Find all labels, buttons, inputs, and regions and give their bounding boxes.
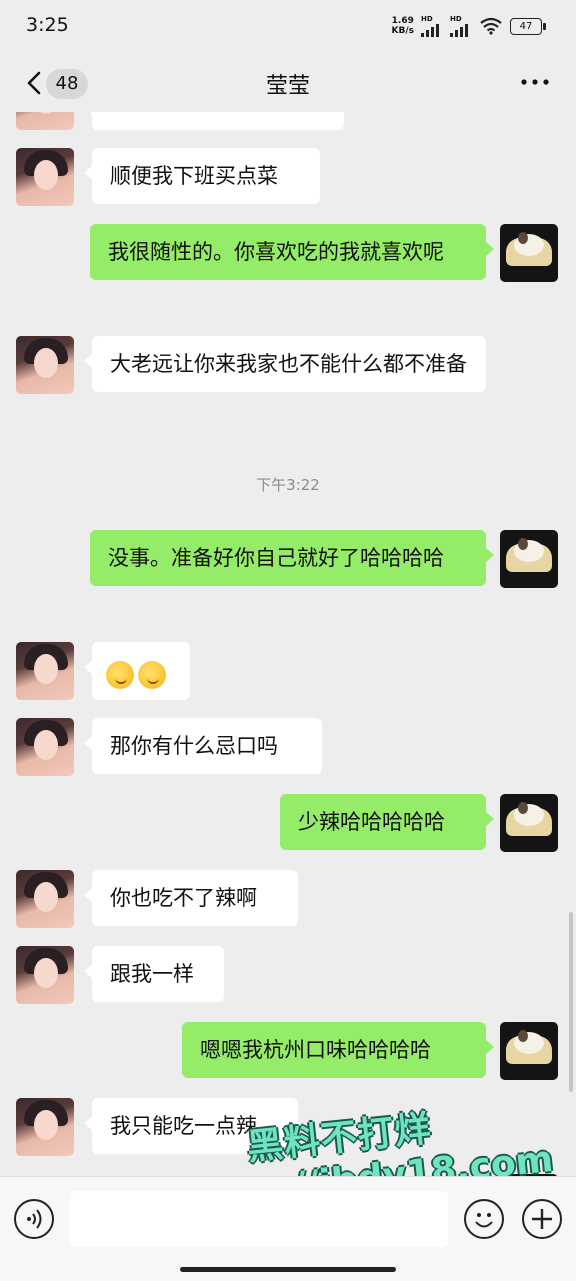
smirk-emoji-icon [138,661,166,689]
more-options-icon[interactable] [520,72,550,92]
plus-icon [532,1209,552,1229]
message-bubble-sent[interactable]: 没事。准备好你自己就好了哈哈哈哈 [90,530,494,586]
message-bubble-partial [84,112,344,130]
contact-avatar[interactable] [16,642,74,700]
status-bar: 3:25 1.69 KB/s HD HD 47 [0,0,576,52]
message-bubble-received[interactable]: 顺便我下班买点菜 [84,148,320,204]
my-avatar[interactable] [500,530,558,588]
message-bubble-sent[interactable]: 少辣哈哈哈哈哈 [280,794,494,850]
signal-1-icon: HD [421,15,443,37]
chat-message-list[interactable]: 顺便我下班买点菜 我很随性的。你喜欢吃的我就喜欢呢 大老远让你来我家也不能什么都… [0,112,576,1176]
my-avatar[interactable] [500,794,558,852]
wifi-icon [480,17,502,35]
more-functions-button[interactable] [522,1199,562,1239]
contact-avatar[interactable] [16,112,74,130]
smiley-icon [475,1213,493,1228]
contact-avatar[interactable] [16,336,74,394]
chat-title: 莹莹 [265,74,310,99]
status-time: 3:25 [26,14,69,36]
contact-avatar[interactable] [16,870,74,928]
timestamp-divider: 下午3:22 [256,476,320,494]
status-indicators: 1.69 KB/s HD HD 47 [391,14,546,38]
message-bubble-received[interactable]: 我只能吃一点辣 [84,1098,298,1154]
message-bubble-sent[interactable]: 嗯嗯我杭州口味哈哈哈哈 [182,1022,494,1078]
message-bubble-received[interactable]: 跟我一样 [84,946,224,1002]
message-input-bar [0,1176,576,1281]
contact-avatar[interactable] [16,1098,74,1156]
message-input-field[interactable] [70,1191,448,1247]
voice-icon [27,1209,42,1229]
my-avatar[interactable] [500,1022,558,1080]
message-bubble-received[interactable]: 那你有什么忌口吗 [84,718,322,774]
scrollbar[interactable] [569,912,573,1092]
my-avatar[interactable] [500,224,558,282]
message-bubble-received[interactable]: 大老远让你来我家也不能什么都不准备 [84,336,486,392]
battery-icon: 47 [510,17,546,35]
message-bubble-received[interactable]: 你也吃不了辣啊 [84,870,298,926]
contact-avatar[interactable] [16,946,74,1004]
signal-2-icon: HD [450,15,472,37]
network-speed: 1.69 KB/s [391,16,414,36]
chat-header: 48 莹莹 [0,52,576,112]
contact-avatar[interactable] [16,718,74,776]
smirk-emoji-icon [106,661,134,689]
message-bubble-emoji[interactable] [84,642,190,700]
home-indicator[interactable] [180,1267,396,1272]
voice-input-button[interactable] [14,1199,54,1239]
message-bubble-sent[interactable]: 我很随性的。你喜欢吃的我就喜欢呢 [90,224,494,280]
contact-avatar[interactable] [16,148,74,206]
emoji-button[interactable] [464,1199,504,1239]
